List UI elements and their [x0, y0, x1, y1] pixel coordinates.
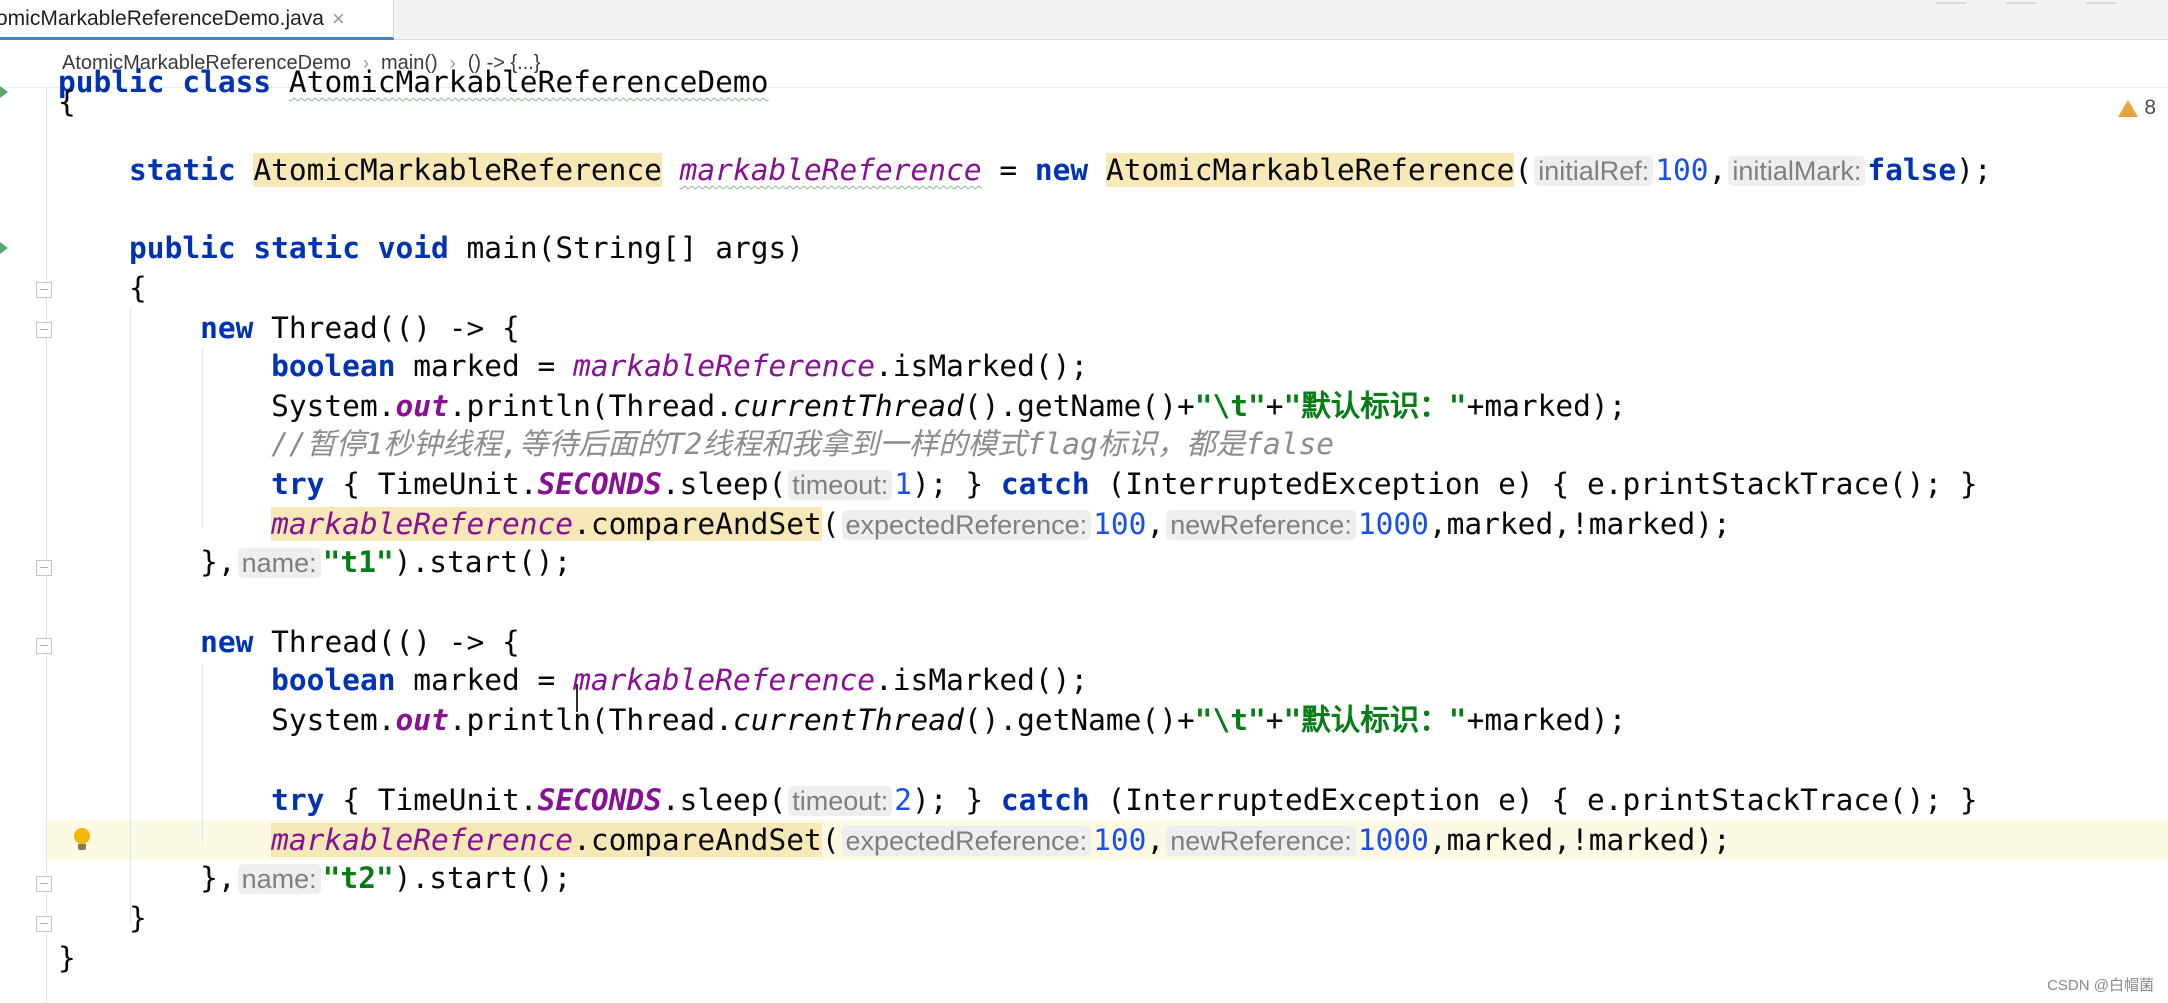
parameter-hint: newReference:: [1166, 826, 1356, 856]
file-tab[interactable]: omicMarkableReferenceDemo.java ×: [0, 0, 394, 40]
parameter-hint: name:: [237, 864, 321, 894]
parameter-hint: timeout:: [788, 786, 893, 816]
code-line: {: [58, 85, 76, 119]
run-main-icon[interactable]: [0, 242, 8, 254]
code-line: new Thread(() -> {: [200, 311, 520, 345]
parameter-hint: expectedReference:: [841, 510, 1092, 540]
code-editor[interactable]: 8 public class AtomicMarkableReferenceDe…: [0, 65, 2168, 1003]
code-line: boolean marked = markableReference.isMar…: [271, 663, 1089, 697]
parameter-hint: newReference:: [1166, 510, 1356, 540]
code-line: try { TimeUnit.SECONDS.sleep(timeout: 1);…: [271, 467, 1978, 501]
fold-icon[interactable]: [36, 876, 52, 892]
parameter-hint: name:: [237, 548, 321, 578]
fold-icon[interactable]: [36, 916, 52, 932]
code-line: }: [58, 941, 76, 975]
fold-icon[interactable]: [36, 638, 52, 654]
editor-gutter: [0, 88, 47, 1003]
warning-count: 8: [2144, 96, 2156, 119]
close-icon[interactable]: ×: [332, 6, 345, 32]
code-line: markableReference.compareAndSet(expected…: [271, 507, 1731, 541]
text-cursor: [576, 684, 586, 712]
toolbar-icon-c[interactable]: [2086, 0, 2116, 4]
code-line: System.out.println(Thread.currentThread(…: [271, 703, 1627, 737]
parameter-hint: expectedReference:: [841, 826, 1092, 856]
code-line: public class AtomicMarkableReferenceDemo: [58, 65, 769, 99]
toolbar-icons: [1936, 0, 2156, 12]
code-line: new Thread(() -> {: [200, 625, 520, 659]
toolbar-icon-a[interactable]: [1936, 0, 1966, 4]
watermark: CSDN @白帽菌: [2047, 977, 2154, 994]
parameter-hint: initialMark:: [1728, 156, 1866, 186]
editor-tab-bar: omicMarkableReferenceDemo.java ×: [0, 0, 2168, 40]
code-line: try { TimeUnit.SECONDS.sleep(timeout: 2);…: [271, 783, 1978, 817]
code-line: }, name: "t1").start();: [200, 545, 572, 579]
warning-icon: [2118, 99, 2139, 117]
code-line: }: [129, 901, 147, 935]
run-class-icon[interactable]: [0, 86, 8, 98]
code-line: }, name: "t2").start();: [200, 861, 572, 895]
code-line: static AtomicMarkableReference markableR…: [129, 153, 1992, 187]
fold-icon[interactable]: [36, 560, 52, 576]
parameter-hint: initialRef:: [1534, 156, 1654, 186]
inspection-widget[interactable]: 8: [2118, 96, 2156, 120]
code-line: markableReference.compareAndSet(expected…: [271, 823, 1731, 857]
code-line: public static void main(String[] args): [129, 231, 804, 265]
fold-icon[interactable]: [36, 282, 52, 298]
fold-icon[interactable]: [36, 322, 52, 338]
code-line: boolean marked = markableReference.isMar…: [271, 349, 1089, 383]
parameter-hint: timeout:: [788, 470, 893, 500]
code-line: {: [129, 271, 147, 305]
code-comment: //暂停1秒钟线程,等待后面的T2线程和我拿到一样的模式flag标识，都是fal…: [271, 427, 1335, 461]
file-tab-label: omicMarkableReferenceDemo.java: [0, 6, 324, 30]
code-line: System.out.println(Thread.currentThread(…: [271, 389, 1627, 423]
toolbar-icon-b[interactable]: [2006, 0, 2036, 4]
